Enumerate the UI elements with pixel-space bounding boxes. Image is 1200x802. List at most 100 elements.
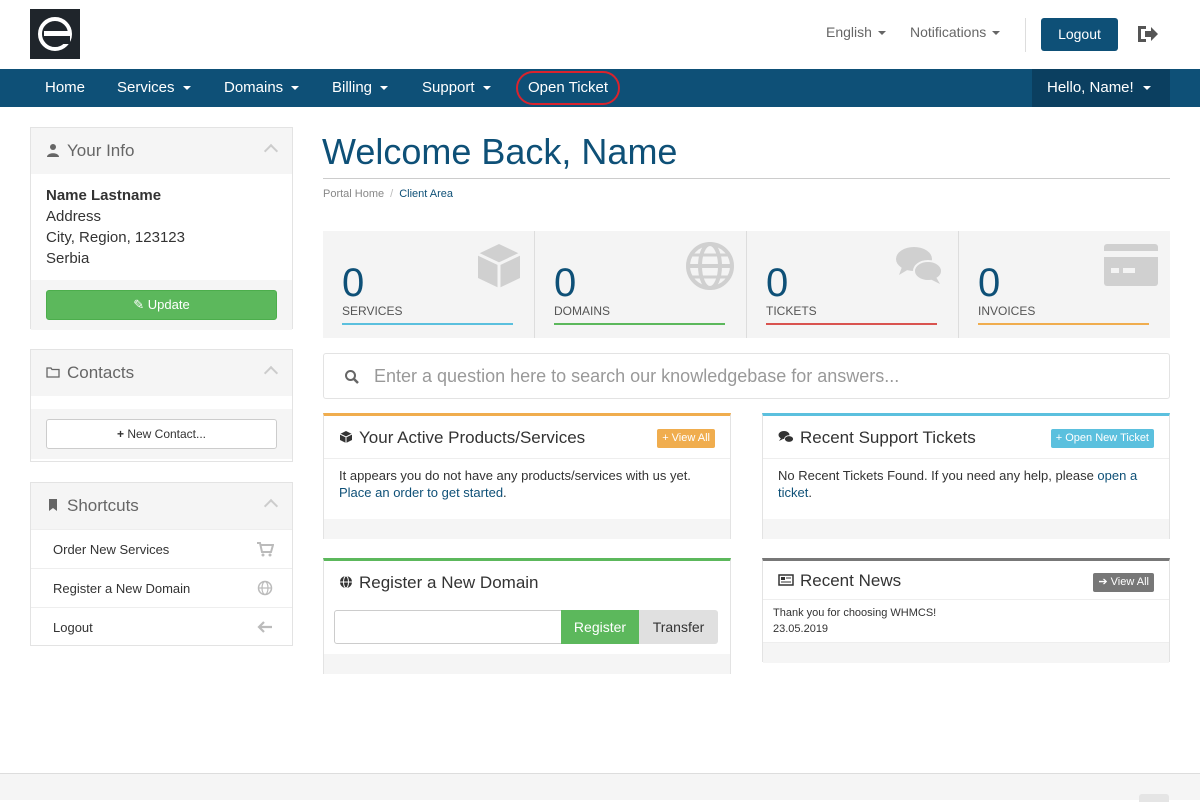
bookmark-icon [49,499,57,511]
plus-icon: + [1055,432,1066,444]
globe-icon [257,580,273,596]
stat-invoices[interactable]: 0 INVOICES [958,231,1169,338]
card-title: Register a New Domain [359,573,539,592]
nav-domains[interactable]: Domains [224,69,300,107]
card-header: Recent News ➔ View All [763,561,1169,600]
card-title: Your Active Products/Services [359,428,586,447]
logo[interactable] [30,9,80,59]
nav-open-ticket[interactable]: Open Ticket [516,71,621,105]
stat-domains[interactable]: 0 DOMAINS [534,231,745,338]
no-tickets-text: No Recent Tickets Found. If you need any… [778,468,1098,483]
caret-down-icon [992,31,1001,36]
nav-label: Open Ticket [528,79,609,96]
update-button[interactable]: ✎ Update [46,290,277,320]
card-header: Register a New Domain [324,561,730,604]
stat-value: 0 [342,261,365,305]
search-icon [345,370,359,384]
cube-icon [339,431,353,443]
domain-search-row: Register Transfer [334,610,720,644]
user-greeting: Hello, Name! [1047,79,1134,96]
cart-icon [257,542,274,557]
caret-down-icon [380,86,389,91]
stat-services[interactable]: 0 SERVICES [323,231,534,338]
user-country: Serbia [46,250,90,267]
register-button[interactable]: Register [561,610,639,644]
news-item[interactable]: Thank you for choosing WHMCS! 23.05.2019 [763,600,1169,643]
pencil-icon: ✎ [133,297,148,312]
arrow-right-icon: ➔ [1098,576,1111,588]
card-footer [763,519,1169,539]
shortcut-logout[interactable]: Logout [31,607,292,646]
chevron-up-icon[interactable] [263,498,279,514]
transfer-button[interactable]: Transfer [639,610,718,644]
user-icon [47,144,59,157]
chevron-up-icon[interactable] [263,143,279,159]
notifications-dropdown[interactable]: Notifications [910,24,1001,40]
nav-support[interactable]: Support [422,69,491,107]
stat-tickets[interactable]: 0 TICKETS [746,231,957,338]
main-navbar: Home Services Domains Billing Support Op… [0,69,1200,107]
panel-header[interactable]: Your Info [31,128,292,174]
breadcrumb: Portal Home / Client Area [323,188,454,200]
stat-label: DOMAINS [554,304,611,318]
stat-value: 0 [766,261,789,305]
shortcut-label: Logout [53,620,93,635]
stats-tiles: 0 SERVICES 0 DOMAINS 0 TICKETS 0 INVOICE… [323,231,1170,338]
back-to-top-button[interactable] [1139,794,1169,802]
shortcut-register-domain[interactable]: Register a New Domain [31,568,292,607]
card-body: No Recent Tickets Found. If you need any… [763,459,1169,519]
open-new-ticket-button[interactable]: + Open New Ticket [1050,429,1154,448]
stat-label: SERVICES [342,304,403,318]
title-divider [323,178,1170,179]
language-label: English [826,24,872,40]
update-label: Update [147,297,190,312]
panel-header[interactable]: Shortcuts [31,483,292,529]
nav-label: Support [422,79,475,96]
view-all-news-button[interactable]: ➔ View All [1093,573,1154,592]
breadcrumb-client-area[interactable]: Client Area [399,188,453,200]
page-title: Welcome Back, Name [322,131,678,172]
card-title: Recent News [800,571,902,590]
nav-home[interactable]: Home [45,69,85,107]
user-menu-dropdown[interactable]: Hello, Name! [1032,69,1170,107]
caret-down-icon [1142,86,1151,91]
panel-title: Your Info [67,141,135,160]
user-details: Name Lastname Address City, Region, 1231… [31,174,292,280]
kb-search-input[interactable] [374,362,1154,390]
contacts-panel: Contacts + New Contact... [30,349,293,462]
sign-out-icon[interactable] [1136,23,1160,45]
logout-button[interactable]: Logout [1041,18,1118,51]
news-item-text: Thank you for choosing WHMCS! [773,607,937,619]
chevron-up-icon[interactable] [263,365,279,381]
card-header: Your Active Products/Services + View All [324,416,730,459]
plus-icon: + [662,432,672,444]
newspaper-icon [778,574,794,586]
cube-icon [477,244,521,288]
nav-label: Billing [332,79,373,96]
user-name: Name Lastname [46,187,162,204]
panel-header[interactable]: Contacts [31,350,292,396]
caret-down-icon [182,86,191,91]
nav-billing[interactable]: Billing [332,69,389,107]
shortcut-order-new-services[interactable]: Order New Services [31,529,292,568]
breadcrumb-portal-home[interactable]: Portal Home [323,188,384,200]
language-dropdown[interactable]: English [826,24,886,40]
place-order-link[interactable]: Place an order to get started [339,485,503,500]
footer [0,773,1200,802]
view-all-label: View All [1110,576,1149,588]
domain-input[interactable] [334,610,562,644]
stat-underline [766,323,937,325]
view-all-label: View All [671,432,710,444]
knowledgebase-search [323,353,1170,399]
comments-icon [778,431,794,443]
view-all-products-button[interactable]: + View All [657,429,715,448]
plus-icon: + [116,427,128,441]
user-address: Address [46,208,102,225]
new-contact-button[interactable]: + New Contact... [46,419,277,449]
caret-down-icon [482,86,491,91]
stat-value: 0 [554,261,577,305]
nav-services[interactable]: Services [117,69,191,107]
empty-products-text: It appears you do not have any products/… [339,468,691,483]
shortcut-label: Register a New Domain [53,581,191,596]
card-body: It appears you do not have any products/… [324,459,730,519]
